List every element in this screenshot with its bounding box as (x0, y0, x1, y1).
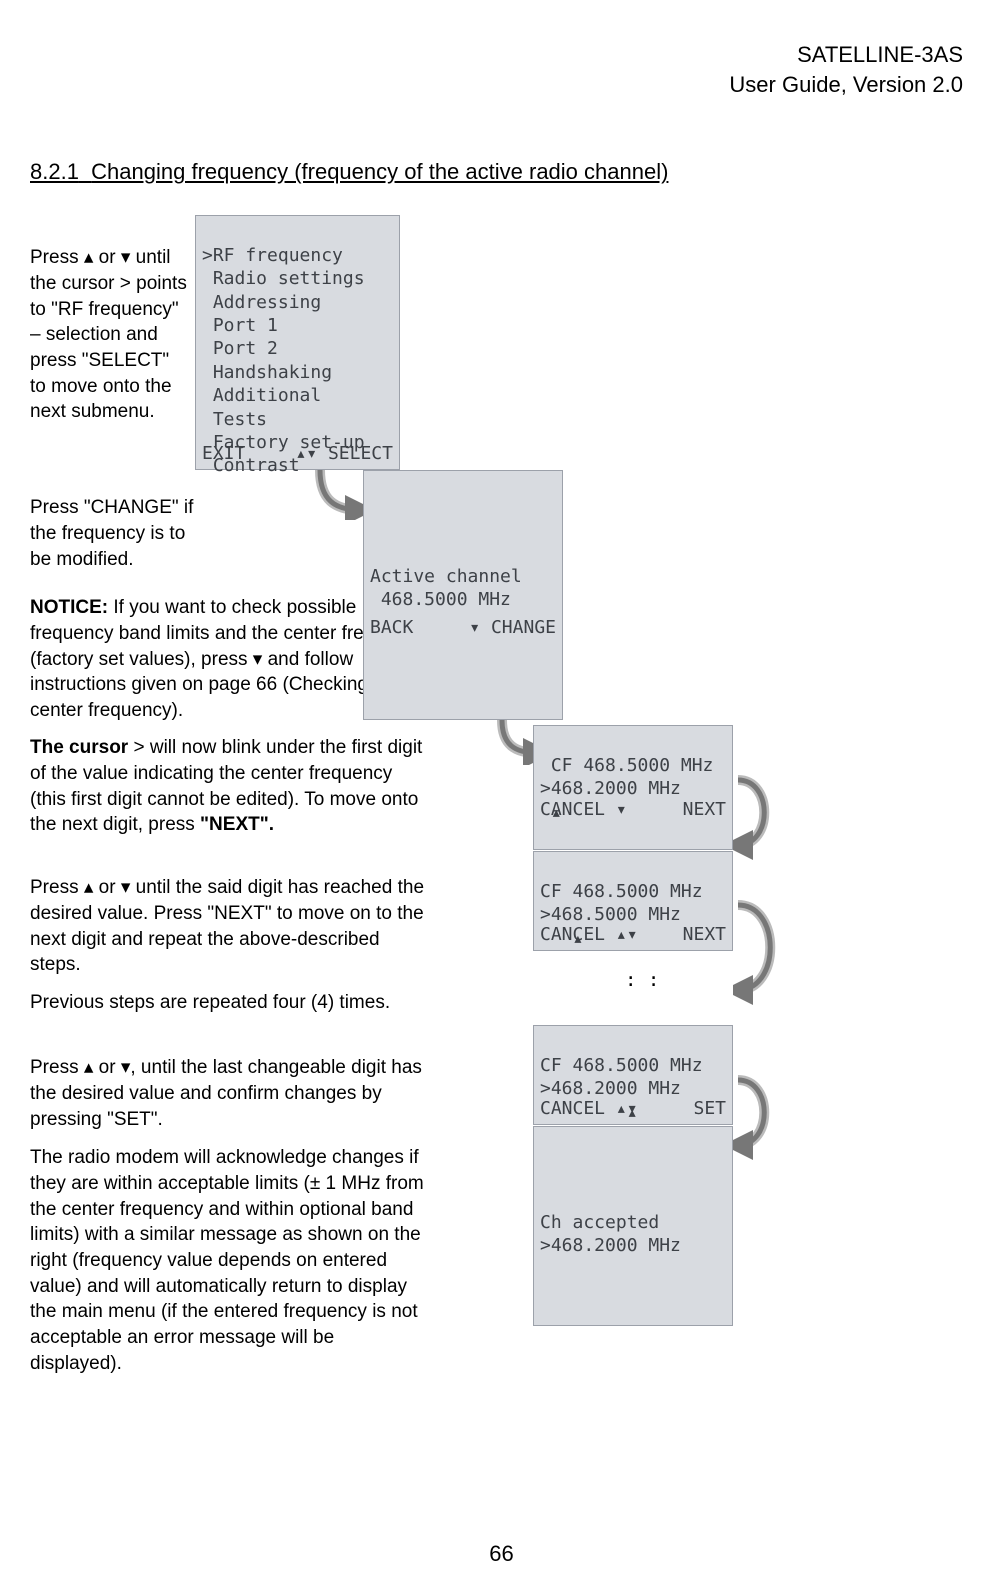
content-area: Press ▴ or ▾ until the cursor > points t… (30, 215, 973, 1415)
softkey-next[interactable]: NEXT (683, 798, 726, 821)
page-header: SATELLINE-3AS User Guide, Version 2.0 (30, 40, 973, 99)
step3a-next: "NEXT". (200, 814, 274, 835)
instruction-step5: The radio modem will acknowledge changes… (30, 1145, 425, 1376)
instruction-step2: Press "CHANGE" if the frequency is to be… (30, 495, 200, 572)
product-name: SATELLINE-3AS (30, 40, 963, 70)
repeat-dots: : : (625, 970, 659, 991)
cursor-label: The cursor (30, 737, 128, 758)
loop-arrow-icon (733, 895, 788, 1005)
notice-label: NOTICE: (30, 597, 108, 618)
lcd-edit-step1: CF 468.5000 MHz >468.2000 MHz ▴ CANCEL ▾… (533, 725, 733, 850)
lcd-active-channel: Active channel 468.5000 MHz BACK ▾ CHANG… (363, 470, 563, 720)
lcd-edit-step-final: CF 468.5000 MHz >468.2000 MHz ▴ CANCEL ▴… (533, 1025, 733, 1125)
softkey-next[interactable]: NEXT (683, 923, 726, 946)
section-number: 8.2.1 (30, 159, 79, 184)
instruction-step4: Press ▴ or ▾, until the last changeable … (30, 1055, 425, 1132)
section-title-text: Changing frequency (frequency of the act… (91, 159, 668, 184)
page-number: 66 (0, 1541, 1003, 1567)
loop-arrow-icon (733, 770, 783, 860)
guide-version: User Guide, Version 2.0 (30, 70, 963, 100)
lcd-edit-step2: CF 468.5000 MHz >468.5000 MHz ▴ CANCEL ▴… (533, 851, 733, 951)
softkey-back[interactable]: BACK (370, 616, 413, 639)
active-lines: Active channel 468.5000 MHz (370, 566, 522, 610)
section-heading: 8.2.1 Changing frequency (frequency of t… (0, 159, 973, 185)
lcd-main-menu: >RF frequency Radio settings Addressing … (195, 215, 400, 470)
instruction-step3a: The cursor > will now blink under the fi… (30, 735, 425, 838)
softkey-cancel[interactable]: CANCEL ▾ (540, 798, 627, 821)
loop-arrow-icon (733, 1070, 783, 1160)
accepted-lines: Ch accepted >468.2000 MHz (540, 1212, 681, 1256)
softkey-cancel[interactable]: CANCEL ▴▾ (540, 1097, 638, 1120)
softkey-exit[interactable]: EXIT (202, 442, 245, 465)
instruction-step3b: Press ▴ or ▾ until the said digit has re… (30, 875, 425, 978)
instruction-step3c: Previous steps are repeated four (4) tim… (30, 990, 425, 1016)
softkey-change[interactable]: ▾ CHANGE (469, 616, 556, 639)
softkey-cancel[interactable]: CANCEL ▴▾ (540, 923, 638, 946)
instruction-step1: Press ▴ or ▾ until the cursor > points t… (30, 245, 190, 424)
softkey-select[interactable]: ▴▾ SELECT (295, 442, 393, 465)
lcd-accepted: Ch accepted >468.2000 MHz (533, 1126, 733, 1326)
softkey-set[interactable]: SET (693, 1097, 726, 1120)
